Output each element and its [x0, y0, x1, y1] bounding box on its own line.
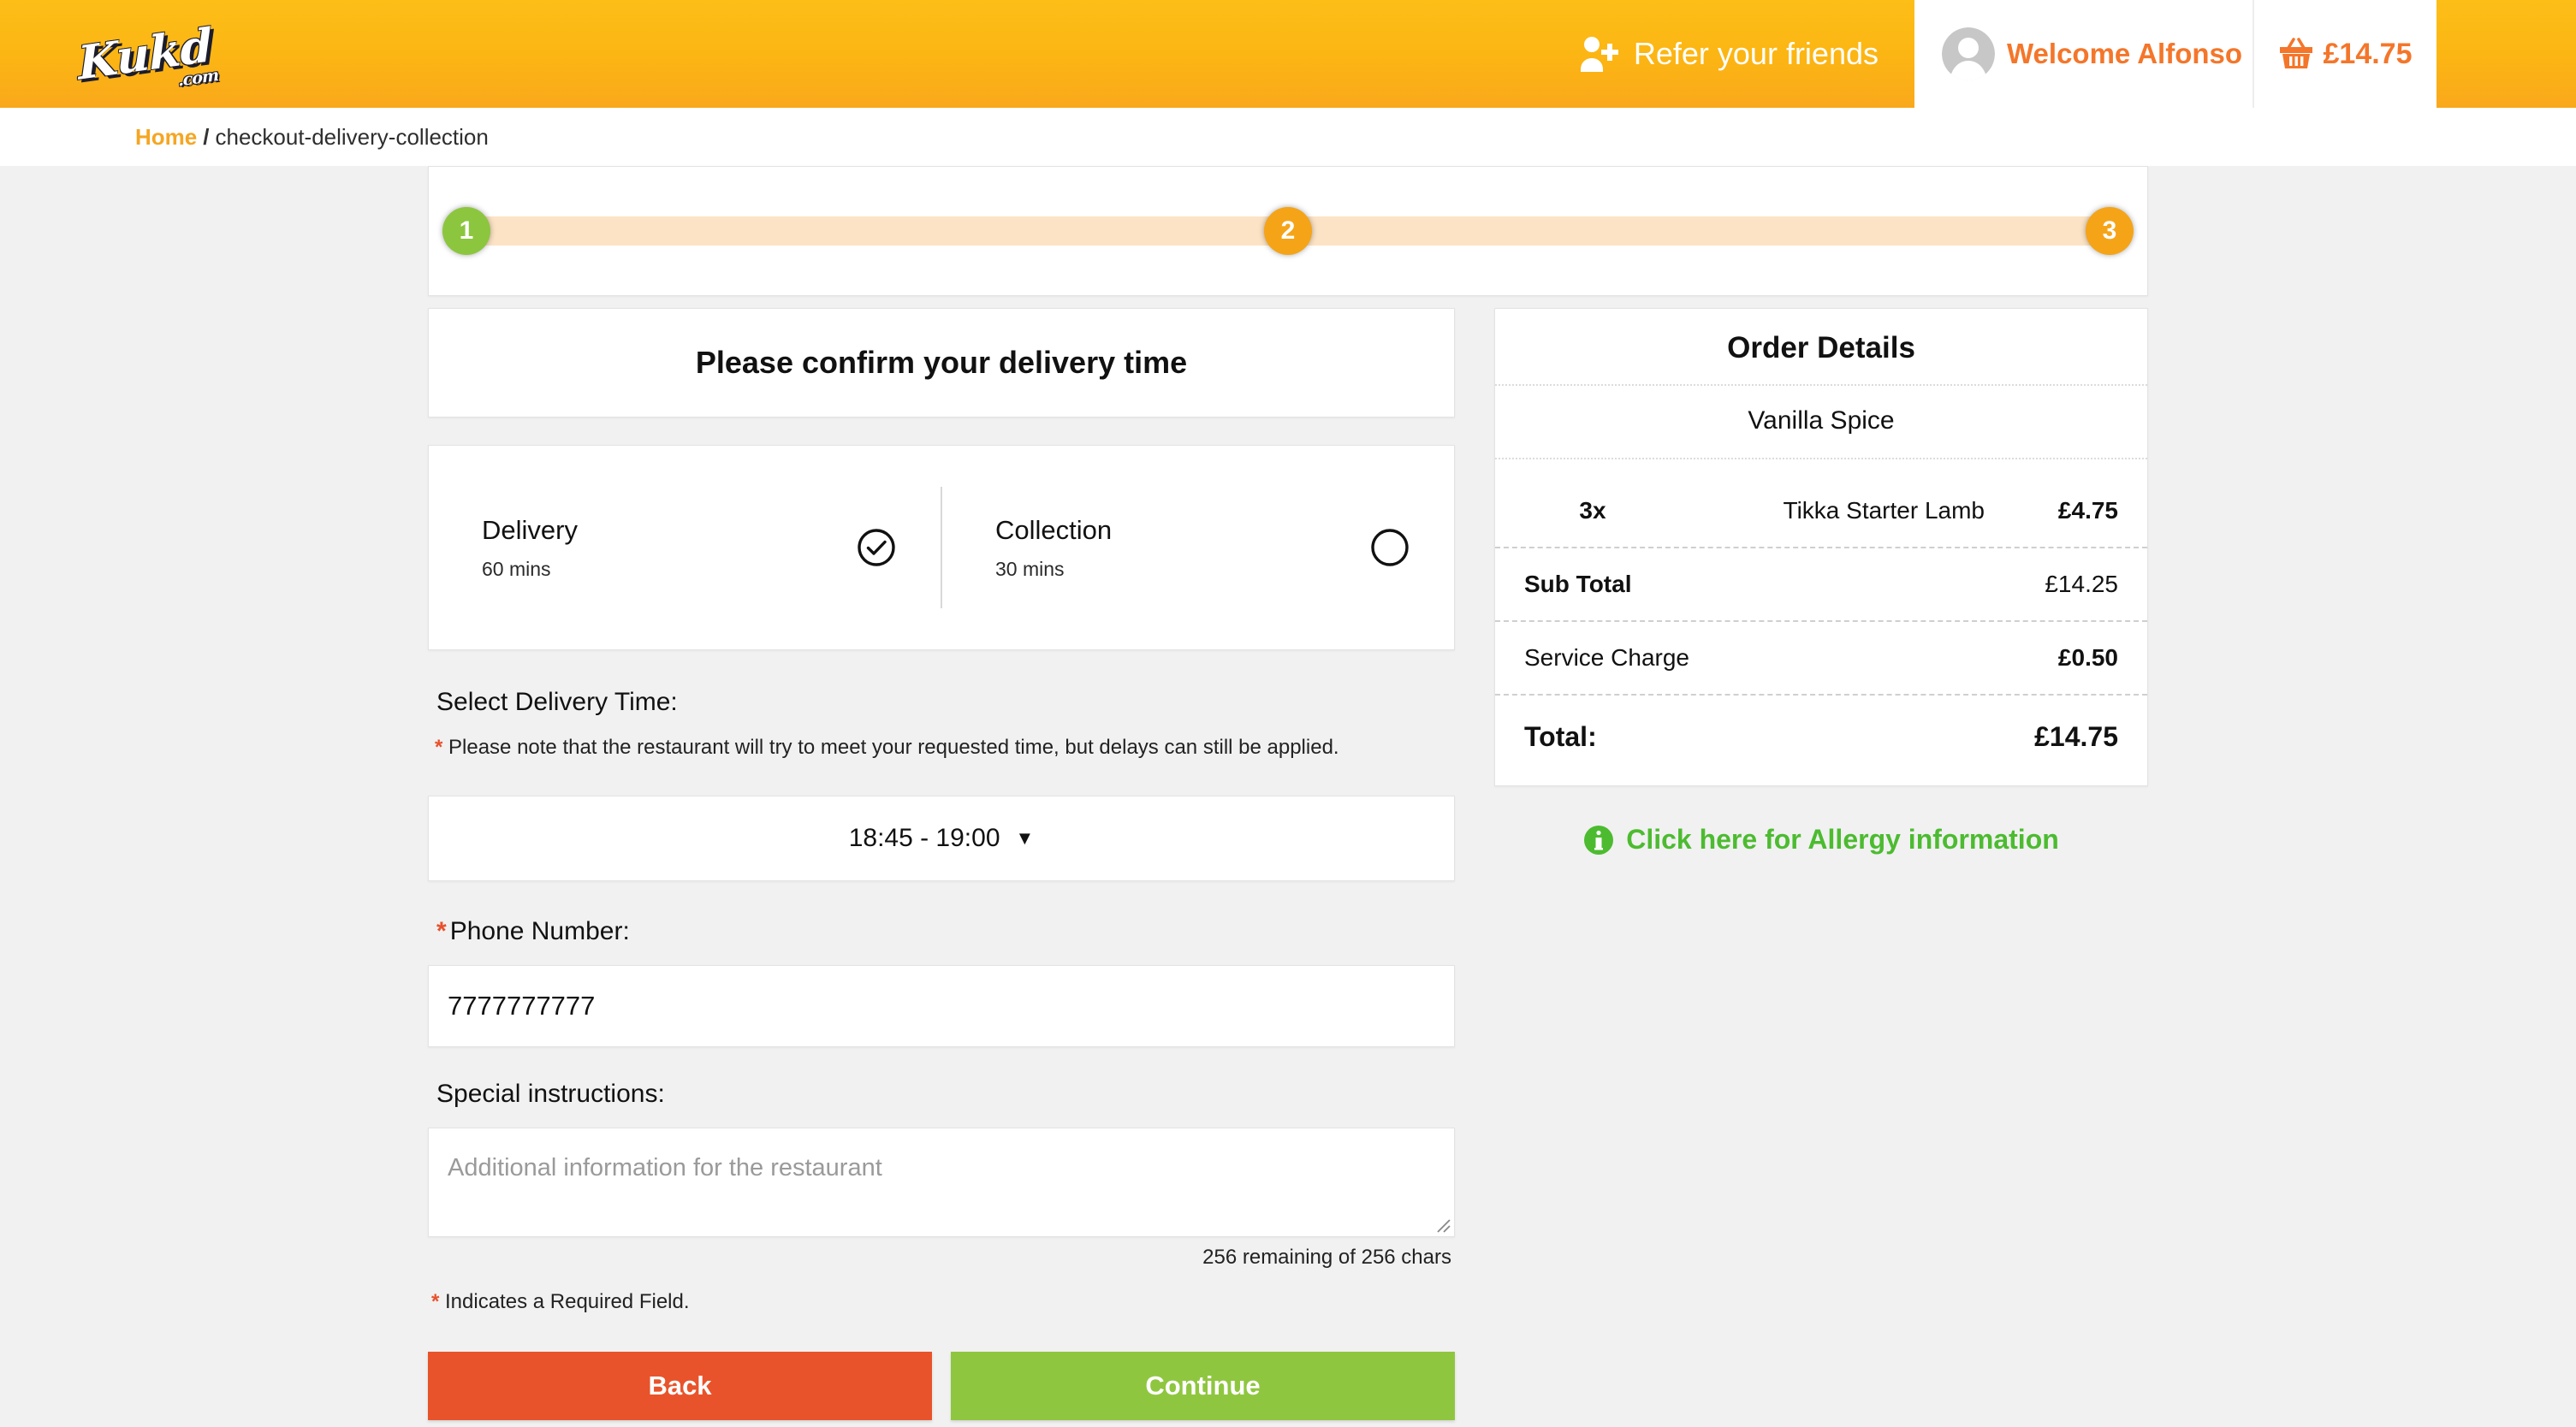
required-asterisk: * [435, 736, 443, 759]
order-subtotal-value: £14.25 [2045, 571, 2118, 597]
special-instructions-label: Special instructions: [436, 1080, 665, 1108]
required-asterisk: * [436, 917, 447, 945]
delivery-collection-selector: Delivery 60 mins Collection 30 mins [428, 445, 1455, 650]
phone-number-label: * Phone Number: [428, 917, 1455, 946]
check-circle-icon[interactable] [857, 528, 896, 567]
option-delivery-text: Delivery 60 mins [482, 515, 578, 581]
two-column-layout: Please confirm your delivery time Delive… [428, 308, 2148, 1420]
page-title: Please confirm your delivery time [695, 345, 1188, 380]
chevron-down-icon: ▼ [1015, 827, 1035, 849]
checkout-form-column: Please confirm your delivery time Delive… [428, 308, 1455, 1420]
stepper-step-2[interactable]: 2 [1264, 207, 1312, 255]
order-details-title: Order Details [1727, 331, 1915, 364]
info-circle-icon [1583, 825, 1614, 856]
basket-icon [2279, 38, 2313, 70]
avatar-icon [1942, 27, 1995, 80]
logo-wrapper: Kukd .com [0, 0, 218, 108]
page-body: 1 2 3 Please confirm your delivery time … [0, 166, 2576, 1427]
special-instructions-textarea[interactable] [428, 1128, 1455, 1237]
order-service-charge-row: Service Charge £0.50 [1495, 622, 2147, 696]
back-button[interactable]: Back [428, 1352, 932, 1420]
order-service-charge-value: £0.50 [2057, 644, 2118, 671]
order-service-charge-label: Service Charge [1524, 644, 1689, 671]
header-tail [2437, 0, 2576, 108]
delivery-time-note-text: Please note that the restaurant will try… [448, 736, 1339, 759]
option-collection-text: Collection 30 mins [995, 515, 1112, 581]
refer-friends-button[interactable]: Refer your friends [1579, 0, 1914, 108]
order-total-row: Total: £14.75 [1495, 696, 2147, 785]
option-collection-label: Collection [995, 514, 1113, 545]
order-summary-column: Order Details Vanilla Spice 3x Tikka Sta… [1494, 308, 2148, 856]
site-header: Kukd .com Refer your friends Welcome Alf… [0, 0, 2576, 108]
basket-amount: £14.75 [2323, 37, 2413, 70]
basket-button[interactable]: £14.75 [2253, 0, 2437, 108]
breadcrumb-current-page: checkout-delivery-collection [215, 123, 489, 150]
delivery-time-note: * Please note that the restaurant will t… [428, 736, 1455, 760]
order-subtotal-label: Sub Total [1524, 571, 1632, 597]
phone-number-input[interactable] [428, 965, 1455, 1047]
required-field-note-text: Indicates a Required Field. [445, 1290, 690, 1313]
order-item-name: Tikka Starter Lamb [1783, 497, 1985, 524]
option-collection-mins: 30 mins [995, 557, 1065, 580]
refer-friends-label: Refer your friends [1633, 36, 1879, 71]
breadcrumb-home-link[interactable]: Home [135, 124, 197, 151]
option-collection[interactable]: Collection 30 mins [941, 487, 1454, 608]
restaurant-name: Vanilla Spice [1495, 384, 2147, 459]
breadcrumb-separator: / [203, 123, 210, 150]
kukd-logo[interactable]: Kukd .com [76, 17, 218, 90]
checkout-progress-stepper: 1 2 3 [428, 166, 2148, 296]
option-delivery-label: Delivery [482, 514, 578, 545]
confirm-delivery-time-panel: Please confirm your delivery time [428, 308, 1455, 417]
stepper-step-3[interactable]: 3 [2086, 207, 2134, 255]
delivery-time-dropdown[interactable]: 18:45 - 19:00 ▼ [428, 796, 1455, 881]
content-container: 1 2 3 Please confirm your delivery time … [428, 166, 2148, 1420]
order-item-row: 3x Tikka Starter Lamb £4.75 [1495, 475, 2147, 548]
order-item-price: £4.75 [2057, 497, 2118, 524]
account-welcome-button[interactable]: Welcome Alfonso [1914, 0, 2253, 108]
order-total-label: Total: [1524, 721, 1597, 752]
special-instructions-wrapper [428, 1128, 1455, 1237]
option-delivery-mins: 60 mins [482, 557, 551, 580]
required-field-note: * Indicates a Required Field. [428, 1290, 1455, 1314]
delivery-time-value: 18:45 - 19:00 [848, 824, 1000, 852]
person-plus-icon [1579, 35, 1620, 73]
select-delivery-time-label: Select Delivery Time: [436, 688, 678, 716]
order-details-panel: Order Details Vanilla Spice 3x Tikka Sta… [1494, 308, 2148, 786]
breadcrumb: Home / checkout-delivery-collection [0, 108, 2576, 166]
order-total-value: £14.75 [2034, 721, 2118, 752]
header-spacer [218, 0, 1579, 108]
required-asterisk: * [431, 1290, 440, 1313]
allergy-information-link[interactable]: Click here for Allergy information [1494, 824, 2148, 856]
logo-dotcom: .com [177, 66, 219, 91]
welcome-text: Welcome Alfonso [2007, 38, 2243, 69]
order-item-qty: 3x [1579, 497, 1606, 524]
character-counter: 256 remaining of 256 chars [1202, 1246, 1451, 1269]
option-delivery[interactable]: Delivery 60 mins [429, 446, 941, 649]
order-subtotal-row: Sub Total £14.25 [1495, 548, 2147, 622]
form-actions: Back Continue [428, 1352, 1455, 1420]
allergy-information-label: Click here for Allergy information [1626, 824, 2059, 855]
stepper-step-1[interactable]: 1 [442, 207, 490, 255]
circle-icon[interactable] [1370, 528, 1410, 567]
phone-number-label-text: Phone Number: [449, 917, 630, 945]
continue-button[interactable]: Continue [951, 1352, 1455, 1420]
